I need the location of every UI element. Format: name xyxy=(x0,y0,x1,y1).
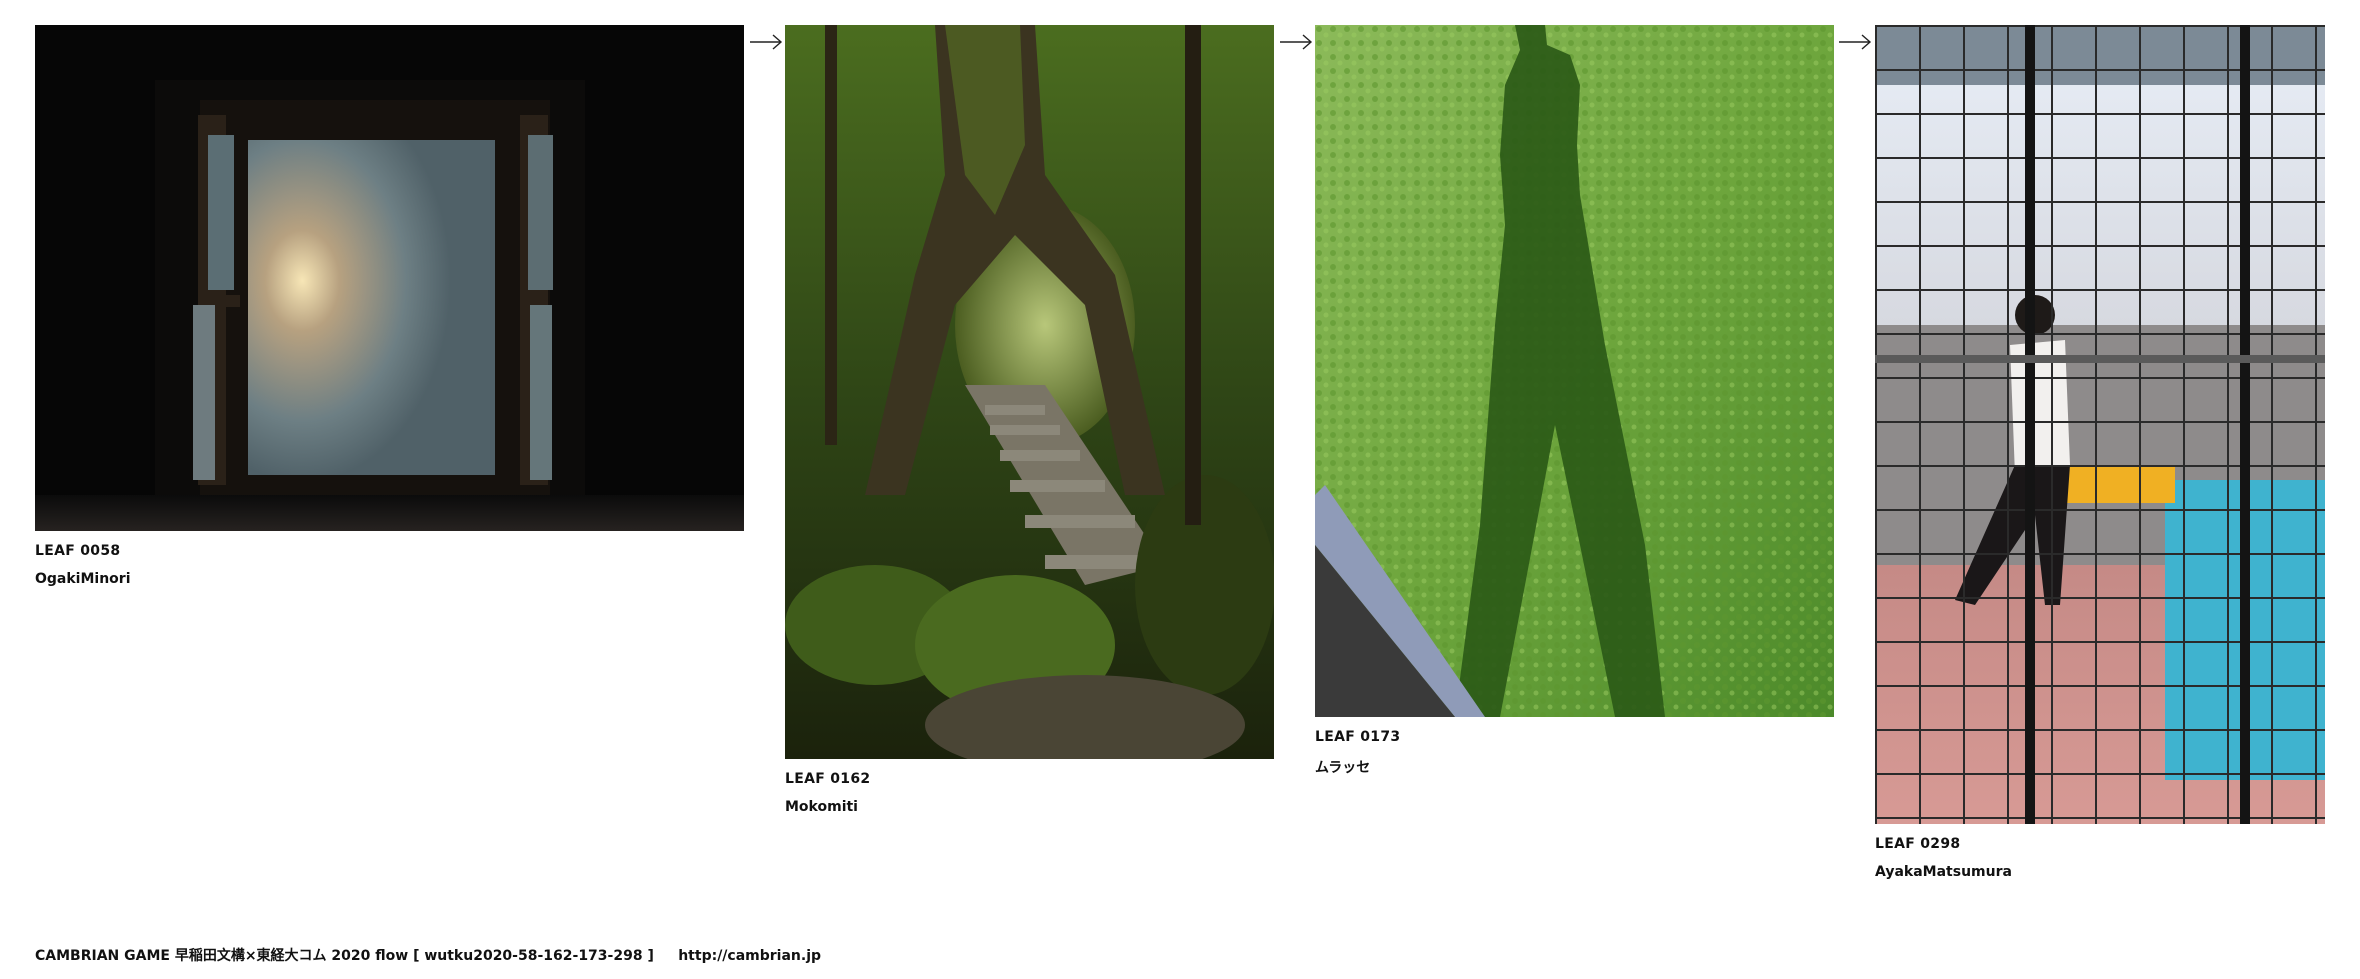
leaf-0298-photo[interactable] xyxy=(1875,25,2325,824)
leaf-0162-photo[interactable] xyxy=(785,25,1274,759)
right-arrow-icon xyxy=(750,34,783,50)
leaf-id-label: LEAF 0162 xyxy=(785,771,871,787)
leaf-id-label: LEAF 0058 xyxy=(35,543,121,559)
leaf-id-label: LEAF 0298 xyxy=(1875,836,1961,852)
footer-link[interactable]: http://cambrian.jp xyxy=(678,948,821,964)
flow-page: LEAF 0058 OgakiMinori LEAF 0162 Mokomiti… xyxy=(0,0,2360,979)
right-arrow-icon xyxy=(1280,34,1313,50)
right-arrow-icon xyxy=(1839,34,1872,50)
leaf-author[interactable]: Mokomiti xyxy=(785,799,858,815)
leaf-id-label: LEAF 0173 xyxy=(1315,729,1401,745)
leaf-author[interactable]: ムラッセ xyxy=(1315,757,1370,777)
leaf-0173-photo[interactable] xyxy=(1315,25,1834,717)
leaf-author[interactable]: OgakiMinori xyxy=(35,571,131,587)
footer: CAMBRIAN GAME 早稲田文構×東経大コム 2020 flow [ wu… xyxy=(35,945,821,965)
leaf-author[interactable]: AyakaMatsumura xyxy=(1875,864,2012,880)
footer-credits: CAMBRIAN GAME 早稲田文構×東経大コム 2020 flow [ wu… xyxy=(35,948,654,964)
leaf-0058-photo[interactable] xyxy=(35,25,744,531)
